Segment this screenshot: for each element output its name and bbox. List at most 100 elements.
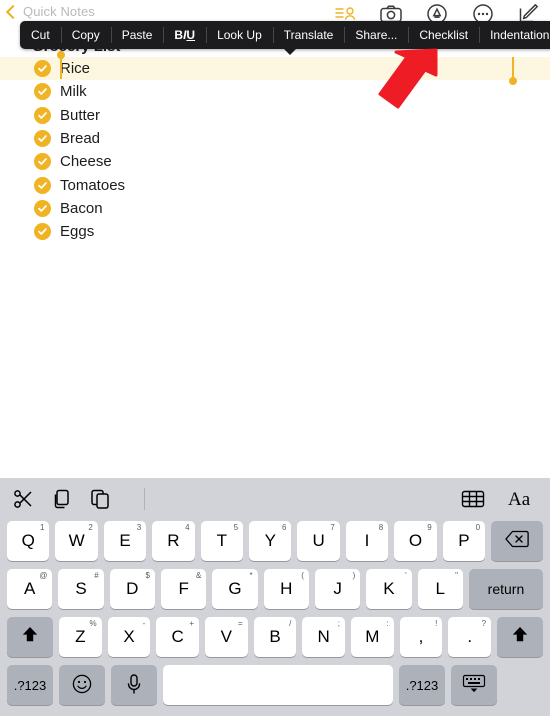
checklist-item[interactable]: Butter [0,104,550,127]
key-b[interactable]: B / [253,617,297,657]
dismiss-keyboard-key[interactable] [451,665,497,705]
key-secondary-label: @ [39,571,48,580]
onscreen-keyboard[interactable]: Aa Q 1 W 2 E 3 R 4 T 5 Y 6 U 7 I 8 O 9 P 0 A @ S # D $ F & G * H(J) K ' L… [0,478,550,716]
key-secondary-label: ' [405,571,407,580]
checklist-item[interactable]: Milk [0,80,550,103]
key-label: I [364,531,370,550]
edit-context-menu[interactable]: Cut Copy Paste BIU Look Up Translate Sha… [20,21,550,49]
selection-handle-right[interactable] [509,57,517,85]
key-c[interactable]: C + [156,617,200,657]
context-menu-share[interactable]: Share... [344,21,408,49]
key-secondary-label: 0 [475,523,481,532]
shift-key-left[interactable] [7,617,53,657]
backspace-key[interactable] [491,521,544,561]
checkbox-checked-icon[interactable] [34,176,51,194]
selection-handle-knob [57,51,65,59]
key-secondary-label: 7 [330,523,335,532]
checklist-item[interactable]: Bacon [0,197,550,220]
key-label: E [119,531,131,550]
context-menu-format[interactable]: BIU [163,21,206,49]
key-label: , [418,627,424,646]
svg-text:Aa: Aa [508,489,531,510]
chevron-left-icon [5,4,21,19]
checkbox-checked-icon[interactable] [34,106,51,124]
key-label: C [171,627,184,646]
context-menu-look-up[interactable]: Look Up [206,21,273,49]
checkbox-checked-icon[interactable] [34,223,51,241]
key-p[interactable]: P0 [442,521,486,561]
key-i[interactable]: I8 [345,521,389,561]
key-k[interactable]: K ' [366,569,412,609]
back-label: Quick Notes [23,4,95,19]
key-label: F [178,579,189,598]
text-format-aa-icon[interactable]: Aa [508,488,536,510]
checklist-item[interactable]: Cheese [0,150,550,173]
back-to-quick-notes[interactable]: Quick Notes [5,4,95,19]
return-key[interactable]: return [468,569,543,609]
cut-scissors-icon[interactable] [12,487,36,511]
key-h[interactable]: H( [263,569,309,609]
key-o[interactable]: O9 [394,521,437,561]
key-secondary-label: 6 [281,523,287,532]
context-menu-cut[interactable]: Cut [20,21,61,49]
table-icon[interactable] [460,488,486,510]
context-menu-indentation[interactable]: Indentation [479,21,550,49]
key-secondary-label: ; [337,619,341,628]
checkbox-checked-icon[interactable] [34,83,51,101]
key-g[interactable]: G * [212,569,258,609]
key-e[interactable]: E3 [103,521,147,561]
checkbox-checked-icon[interactable] [34,199,51,217]
key-label: L [435,579,446,598]
key-m[interactable]: M: [351,617,394,657]
checkbox-checked-icon[interactable] [34,153,51,171]
key-r[interactable]: R4 [152,521,195,561]
note-body[interactable]: Grocery List RiceMilkButterBreadCheeseTo… [0,28,550,478]
key-x[interactable]: X- [107,617,151,657]
copy-icon[interactable] [50,487,74,511]
key-label: Q [21,531,35,550]
checklist-item[interactable]: Eggs [0,220,550,243]
checklist-item[interactable]: Tomatoes [0,174,550,197]
shift-key-right[interactable] [497,617,544,657]
key-q[interactable]: Q1 [7,521,50,561]
checklist-item-label: Tomatoes [60,176,126,194]
key-n[interactable]: N; [302,617,346,657]
numbers-key-right[interactable]: .?123 [399,665,445,705]
key-v[interactable]: V = [205,617,248,657]
emoji-key[interactable] [59,665,105,705]
key-label: .?123 [13,677,47,693]
selection-handle-left[interactable] [57,51,65,79]
key-j[interactable]: J) [314,569,361,609]
context-menu-checklist[interactable]: Checklist [408,21,479,49]
dictation-key[interactable] [111,665,157,705]
key-secondary-label: ? [481,619,487,628]
checklist-item[interactable]: Rice [0,51,550,85]
key-,[interactable]: ,! [399,617,443,657]
checkbox-checked-icon[interactable] [34,129,51,147]
key-l[interactable]: L " [417,569,463,609]
key-secondary-label: = [238,619,243,628]
context-menu-translate[interactable]: Translate [272,21,345,49]
key-y[interactable]: Y6 [249,521,292,561]
key-t[interactable]: T5 [200,521,244,561]
keyboard-rows[interactable]: Q 1 W 2 E 3 R 4 T 5 Y 6 U 7 I 8 O 9 P 0 A @ S # D $ F & G * H(J) K ' L " re… [0,520,550,712]
key-u[interactable]: U7 [297,521,340,561]
context-menu-copy[interactable]: Copy [60,21,111,49]
key-w[interactable]: W2 [55,521,98,561]
key-.[interactable]: .? [448,617,492,657]
key-a[interactable]: A @ [7,569,53,609]
key-f[interactable]: F & [160,569,207,609]
key-label: Y [264,531,276,550]
key-secondary-label: - [142,619,146,628]
key-z[interactable]: Z% [59,617,102,657]
key-label: .?123 [405,677,439,693]
key-s[interactable]: S # [58,569,104,609]
key-label: Z [75,627,86,646]
paste-icon[interactable] [88,487,112,511]
checklist-item[interactable]: Bread [0,127,550,150]
context-menu-paste[interactable]: Paste [110,21,164,49]
space-key[interactable] [163,665,393,705]
numbers-key-left[interactable]: .?123 [7,665,53,705]
checkbox-checked-icon[interactable] [34,60,51,77]
key-d[interactable]: D $ [109,569,155,609]
